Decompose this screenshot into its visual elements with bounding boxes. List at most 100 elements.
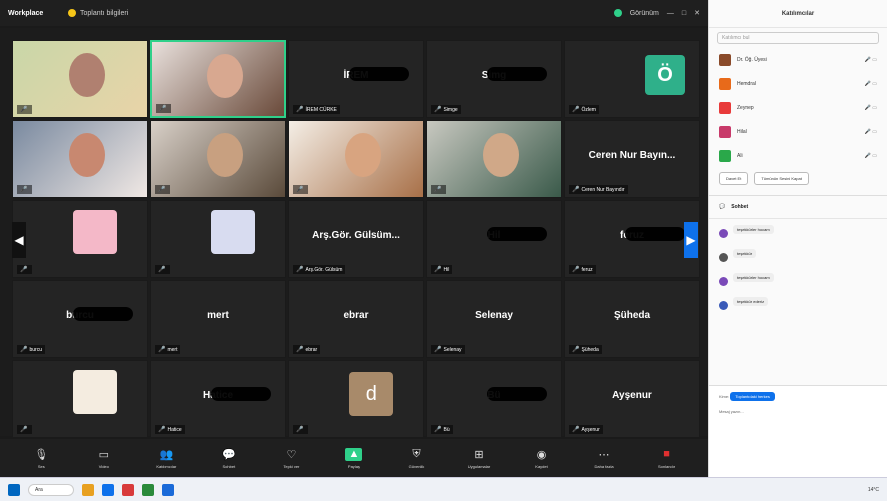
participant-row[interactable]: Hemdral 🎤 ▭	[709, 72, 887, 96]
redaction-mark	[487, 387, 547, 401]
participant-tile[interactable]: mert 🎤 mert	[150, 280, 286, 358]
to-select-button[interactable]: Toplantıdaki herkes	[730, 392, 775, 401]
avatar	[719, 253, 728, 262]
participant-search[interactable]: Katılımcı bul	[717, 32, 879, 44]
participant-tile[interactable]: Selenay 🎤 Selenay	[426, 280, 562, 358]
shield-button[interactable]: ⛨ Güvenlik	[388, 448, 444, 469]
participant-name-big: Ö	[645, 54, 685, 95]
mic-video-icon: 🎤 ▭	[864, 153, 877, 159]
video-button[interactable]: ▭ Video	[76, 448, 132, 469]
record-button[interactable]: ◉ Kaydet	[514, 448, 570, 469]
chat-title: Sohbet	[731, 204, 749, 210]
participant-tile[interactable]: İREM🎤İREM CÜRKE	[288, 40, 424, 118]
weather-label: 14°C	[867, 486, 879, 493]
participant-list: Dr. Öğ. Üyesi 🎤 ▭ Hemdral 🎤 ▭ Zeynep 🎤 ▭ Hilal…	[709, 48, 887, 168]
muted-mic-icon: 🎤	[296, 427, 304, 433]
participant-tile[interactable]: 🎤	[288, 120, 424, 198]
participant-tile[interactable]: Hil🎤Hil	[426, 200, 562, 278]
participant-name: Dr. Öğ. Üyesi	[737, 57, 767, 63]
toolbar-label: Sohbet	[222, 463, 236, 469]
search-box[interactable]: Ara	[28, 483, 74, 496]
invite-button[interactable]: Davet Et	[719, 172, 749, 185]
react-button[interactable]: ♡ Tepki ver	[263, 448, 319, 469]
video-icon: ▭	[98, 448, 109, 461]
mic-icon: 🎙	[34, 448, 49, 461]
view-label[interactable]: Görünüm	[630, 10, 659, 17]
status-icon	[613, 9, 622, 17]
close-icon[interactable]: ✕	[694, 9, 700, 17]
muted-mic-icon: 🎤	[20, 427, 28, 433]
participant-tile[interactable]: 🎤	[150, 120, 286, 198]
chat-icon: 💬	[222, 448, 236, 461]
participant-tile[interactable]: burcu🎤burcu	[12, 280, 148, 358]
next-page-icon[interactable]: ▶	[684, 222, 698, 258]
prev-page-icon[interactable]: ◀	[12, 222, 26, 258]
participant-row[interactable]: Hilal 🎤 ▭	[709, 120, 887, 144]
apps-button[interactable]: ⊞ Uygulamalar	[451, 448, 507, 469]
participant-tile[interactable]: 🎤	[426, 120, 562, 198]
participant-tile[interactable]: Şüheda 🎤 Şüheda	[564, 280, 700, 358]
meeting-toolbar: 🎙 Ses ▭ Video 👥 Katılımcılar 💬 Sohbet ♡ Tepki ver…	[0, 439, 708, 477]
brand-label: Workplace	[8, 9, 44, 17]
muted-mic-icon: 🎤	[158, 427, 166, 433]
participant-tile[interactable]: Ö 🎤 Özlem	[564, 40, 700, 118]
participant-tile[interactable]: Ayşenur 🎤 Ayşenur	[564, 360, 700, 438]
minimize-icon[interactable]: —	[667, 10, 674, 17]
chat-message-text: teşekkür	[733, 249, 757, 258]
participant-tile[interactable]: d 🎤	[288, 360, 424, 438]
end-button[interactable]: ■ Sonlandır	[639, 448, 695, 469]
participant-label-text: Bü	[443, 426, 450, 433]
os-taskbar: Ara 14°C	[0, 477, 887, 501]
participant-tile[interactable]: 🎤	[12, 360, 148, 438]
toolbar-label: Katılımcılar	[156, 463, 177, 469]
avatar	[73, 370, 118, 415]
participants-button[interactable]: 👥 Katılımcılar	[138, 448, 194, 469]
participant-tile[interactable]: Bü🎤Bü	[426, 360, 562, 438]
chat-messages: teşekkürler hocam teşekkür teşekkürler hoc…	[709, 219, 887, 315]
avatar	[719, 150, 731, 162]
participant-tile[interactable]: 🎤	[12, 120, 148, 198]
chat-input[interactable]: Mesaj yazın...	[719, 409, 877, 414]
participant-tile[interactable]: 🎤	[12, 40, 148, 118]
participant-tile[interactable]: 🎤	[12, 200, 148, 278]
muted-mic-icon: 🎤	[572, 427, 580, 433]
chat-header: 💬 Sohbet	[709, 195, 887, 219]
maximize-icon[interactable]: □	[682, 10, 686, 17]
participant-name-big: Arş.Gör. Gülsüm...	[312, 229, 400, 241]
participant-name-label: 🎤	[17, 185, 33, 194]
mic-video-icon: 🎤 ▭	[864, 105, 877, 111]
chat-button[interactable]: 💬 Sohbet	[201, 448, 257, 469]
participant-tile[interactable]: ebrar 🎤 ebrar	[288, 280, 424, 358]
app-icon[interactable]	[141, 483, 154, 496]
muted-mic-icon: 🎤	[572, 347, 580, 353]
participant-name-label: 🎤	[155, 185, 171, 194]
avatar	[211, 210, 256, 255]
app-icon[interactable]	[121, 483, 134, 496]
zoom-taskbar-icon[interactable]	[101, 483, 114, 496]
muted-mic-icon: 🎤	[20, 107, 28, 113]
participant-tile[interactable]: Hatice🎤Hatice	[150, 360, 286, 438]
more-button[interactable]: ⋯ Daha fazla	[576, 448, 632, 469]
participant-name-big: ebrar	[343, 309, 369, 321]
muted-mic-icon: 🎤	[434, 427, 442, 433]
windows-start-icon[interactable]	[8, 483, 20, 496]
mute-all-button[interactable]: Tümünün Sesini Kapat	[754, 172, 809, 185]
participant-tile[interactable]: Simg🎤Simge	[426, 40, 562, 118]
participant-name-label: 🎤 feruz	[569, 265, 596, 274]
participant-row[interactable]: Dr. Öğ. Üyesi 🎤 ▭	[709, 48, 887, 72]
muted-mic-icon: 🎤	[572, 107, 580, 113]
edge-icon[interactable]	[161, 483, 174, 496]
participant-tile[interactable]: 🎤	[150, 40, 286, 118]
avatar	[719, 301, 728, 310]
share-button[interactable]: ▲ Paylaş	[326, 447, 382, 469]
participant-row[interactable]: Ali 🎤 ▭	[709, 144, 887, 168]
mic-button[interactable]: 🎙 Ses	[13, 448, 69, 469]
participant-tile[interactable]: feruz🎤feruz	[564, 200, 700, 278]
meeting-info[interactable]: Toplantı bilgileri	[68, 9, 128, 17]
explorer-icon[interactable]	[81, 483, 94, 496]
muted-mic-icon: 🎤	[572, 187, 580, 193]
participant-tile[interactable]: Ceren Nur Bayın... 🎤 Ceren Nur Bayındır	[564, 120, 700, 198]
participant-tile[interactable]: Arş.Gör. Gülsüm... 🎤 Arş.Gör. Gülsüm	[288, 200, 424, 278]
participant-row[interactable]: Zeynep 🎤 ▭	[709, 96, 887, 120]
participant-tile[interactable]: 🎤	[150, 200, 286, 278]
